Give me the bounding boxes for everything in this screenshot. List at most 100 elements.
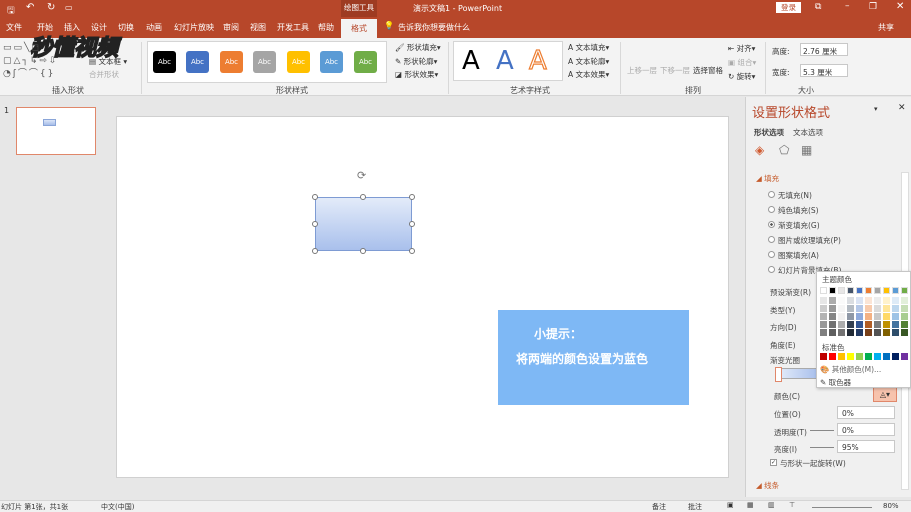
resize-handle[interactable] (312, 221, 318, 227)
zoom-level[interactable]: 80% (883, 502, 899, 510)
rotate-button[interactable]: ↻ 旋转▾ (728, 71, 755, 82)
radio-solid-fill[interactable] (768, 206, 775, 213)
tell-me-search[interactable]: 告诉我你想要做什么 (398, 22, 470, 33)
undo-icon[interactable]: ↶ (26, 2, 34, 13)
brightness-input[interactable]: 95% (837, 440, 895, 453)
color-swatch[interactable] (892, 305, 899, 312)
radio-background-fill[interactable] (768, 266, 775, 273)
pane-close-icon[interactable]: ✕ (898, 103, 906, 113)
line-section-header[interactable]: ◢ 线条 (756, 480, 779, 491)
resize-handle[interactable] (360, 194, 366, 200)
tab-animations[interactable]: 动画 (146, 22, 162, 33)
standard-color-swatch[interactable] (883, 353, 890, 360)
color-swatch[interactable] (847, 287, 854, 294)
color-swatch[interactable] (829, 297, 836, 304)
wordart-style[interactable]: A (462, 46, 480, 76)
color-swatch[interactable] (874, 313, 881, 320)
redo-icon[interactable]: ↻ (47, 2, 55, 13)
color-swatch[interactable] (856, 305, 863, 312)
color-swatch[interactable] (865, 329, 872, 336)
text-box-button[interactable]: ▤ 文本框 ▾ (89, 56, 127, 67)
color-swatch[interactable] (820, 329, 827, 336)
color-swatch[interactable] (892, 329, 899, 336)
comments-button[interactable]: 批注 (688, 502, 702, 512)
color-swatch[interactable] (874, 287, 881, 294)
pane-options-icon[interactable]: ▾ (874, 105, 878, 113)
color-swatch[interactable] (820, 321, 827, 328)
fill-line-icon[interactable]: ◈ (755, 143, 764, 157)
color-swatch[interactable] (901, 321, 908, 328)
radio-no-fill[interactable] (768, 191, 775, 198)
zoom-slider[interactable] (812, 507, 872, 508)
standard-color-swatch[interactable] (838, 353, 845, 360)
color-swatch[interactable] (883, 313, 890, 320)
style-swatch[interactable]: Abc (253, 51, 276, 73)
color-swatch[interactable] (874, 305, 881, 312)
radio-pattern-fill[interactable] (768, 251, 775, 258)
color-swatch[interactable] (901, 329, 908, 336)
more-colors-item[interactable]: 🎨 其他颜色(M)... (820, 364, 881, 375)
transparency-slider[interactable] (810, 430, 834, 431)
style-swatch[interactable]: Abc (153, 51, 176, 73)
rotate-with-shape-checkbox[interactable]: ✓ (770, 459, 777, 466)
color-swatch[interactable] (901, 287, 908, 294)
tab-developer[interactable]: 开发工具 (277, 22, 309, 33)
standard-color-swatch[interactable] (865, 353, 872, 360)
color-swatch[interactable] (829, 321, 836, 328)
gradient-stops-bar[interactable] (778, 368, 818, 379)
eyedropper-item[interactable]: ✎ 取色器 (820, 377, 851, 388)
color-swatch[interactable] (883, 321, 890, 328)
shape-fill-button[interactable]: 🖌 形状填充▾ (395, 42, 441, 53)
color-swatch[interactable] (838, 297, 845, 304)
style-swatch[interactable]: Abc (220, 51, 243, 73)
radio-picture-fill[interactable] (768, 236, 775, 243)
resize-handle[interactable] (409, 194, 415, 200)
standard-color-swatch[interactable] (829, 353, 836, 360)
tab-slideshow[interactable]: 幻灯片放映 (174, 22, 214, 33)
minimize-icon[interactable]: – (845, 1, 850, 11)
close-icon[interactable]: ✕ (896, 1, 904, 12)
login-button[interactable]: 登录 (776, 2, 801, 13)
width-input[interactable]: 5.3 厘米 (800, 64, 848, 77)
tab-help[interactable]: 帮助 (318, 22, 334, 33)
standard-color-swatch[interactable] (847, 353, 854, 360)
color-swatch[interactable] (892, 287, 899, 294)
color-swatch[interactable] (901, 297, 908, 304)
color-swatch[interactable] (838, 305, 845, 312)
normal-view-icon[interactable]: ▣ (727, 501, 734, 509)
color-swatch[interactable] (874, 329, 881, 336)
sorter-view-icon[interactable]: ▦ (747, 501, 754, 509)
color-swatch[interactable] (865, 297, 872, 304)
align-button[interactable]: ⇤ 对齐▾ (728, 43, 755, 54)
color-swatch[interactable] (847, 329, 854, 336)
slide-thumbnail[interactable] (16, 107, 96, 155)
selection-pane-button[interactable]: 选择窗格 (693, 65, 723, 76)
color-swatch[interactable] (874, 321, 881, 328)
brightness-slider[interactable] (810, 447, 834, 448)
color-swatch[interactable] (856, 287, 863, 294)
reading-view-icon[interactable]: ▥ (768, 501, 775, 509)
color-swatch[interactable] (865, 287, 872, 294)
color-swatch[interactable] (856, 313, 863, 320)
text-effects-button[interactable]: A 文本效果▾ (568, 69, 609, 80)
ribbon-display-icon[interactable]: ⧉ (815, 2, 821, 12)
resize-handle[interactable] (312, 248, 318, 254)
color-swatch[interactable] (838, 313, 845, 320)
tab-text-options[interactable]: 文本选项 (793, 127, 823, 138)
effects-icon[interactable]: ⬠ (779, 143, 789, 157)
color-swatch[interactable] (874, 297, 881, 304)
size-properties-icon[interactable]: ▦ (801, 143, 812, 157)
fill-section-header[interactable]: ◢ 填充 (756, 173, 779, 184)
standard-color-swatch[interactable] (820, 353, 827, 360)
color-swatch[interactable] (865, 321, 872, 328)
bring-forward-button[interactable]: 上移一层 (627, 65, 657, 76)
tab-file[interactable]: 文件 (6, 22, 22, 33)
color-swatch[interactable] (820, 305, 827, 312)
color-swatch[interactable] (892, 321, 899, 328)
merge-shapes-button[interactable]: 合并形状 (89, 69, 119, 80)
resize-handle[interactable] (409, 221, 415, 227)
send-backward-button[interactable]: 下移一层 (660, 65, 690, 76)
text-fill-button[interactable]: A 文本填充▾ (568, 42, 609, 53)
present-icon[interactable]: ▭ (65, 3, 73, 12)
group-button[interactable]: ▣ 组合▾ (728, 57, 756, 68)
